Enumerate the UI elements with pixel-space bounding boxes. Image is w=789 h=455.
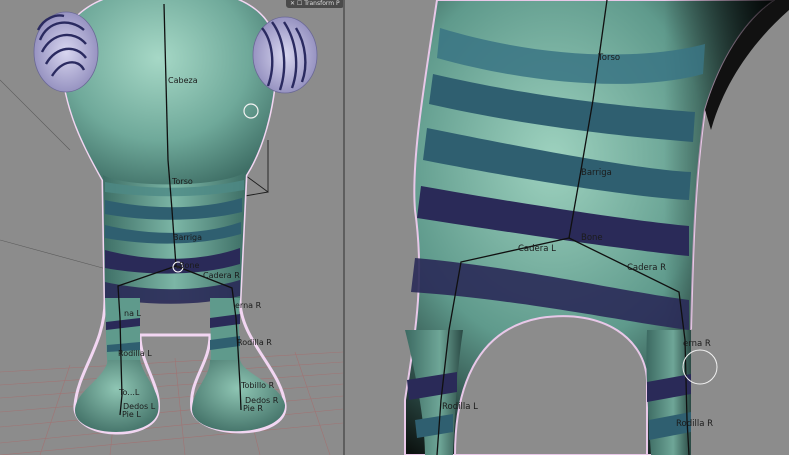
bone-label-cadera-l-zoomed: Cadera L [518, 244, 556, 254]
character-head[interactable] [61, 0, 277, 186]
bone-label-pie-l: Pie L [122, 410, 141, 419]
bone-label-cadera-r-zoomed: Cadera R [627, 263, 666, 273]
bone-label-torso: Torso [171, 177, 193, 186]
bone-label-cadera-r: Cadera R [203, 271, 240, 280]
foot-left[interactable] [74, 360, 159, 433]
bone-label-pie-r: Pie R [243, 404, 263, 413]
blender-app: Cabeza Torso Barriga Bone Cadera R erna … [0, 0, 789, 455]
bone-label-tobillo-r: Tobillo R [240, 381, 275, 390]
bone-label-rodilla-l: Rodilla L [118, 349, 152, 358]
bone-label-pierna-r-zoomed: erna R [683, 339, 711, 349]
bone-label-pierna-l: na L [124, 309, 142, 318]
bone-label-bone: Bone [179, 261, 199, 270]
transform-panel-tab[interactable]: ✕ ☐ Transform P [286, 0, 343, 8]
bone-label-tobillo-l: To...L [118, 388, 140, 397]
viewport-left-canvas[interactable]: Cabeza Torso Barriga Bone Cadera R erna … [0, 0, 343, 455]
bone-label-barriga-zoomed: Barriga [581, 168, 612, 178]
bone-label-bone-zoomed: Bone [581, 233, 603, 243]
bone-label-rodilla-l-zoomed: Rodilla L [442, 402, 478, 412]
viewport-right[interactable]: Torso Barriga Bone Cadera L Cadera R ern… [345, 0, 789, 455]
viewport-left[interactable]: Cabeza Torso Barriga Bone Cadera R erna … [0, 0, 343, 455]
bone-label-torso-zoomed: Torso [597, 53, 620, 63]
ear-left[interactable] [33, 11, 99, 93]
bone-label-rodilla-r-zoomed: Rodilla R [676, 419, 713, 429]
bone-label-rodilla-r: Rodilla R [237, 338, 272, 347]
viewport-right-canvas[interactable]: Torso Barriga Bone Cadera L Cadera R ern… [345, 0, 789, 455]
bone-label-barriga: Barriga [173, 233, 202, 242]
bone-label-cabeza: Cabeza [168, 76, 198, 85]
ear-right[interactable] [252, 16, 318, 94]
floor-grid [0, 351, 343, 455]
bone-label-pierna-r: erna R [235, 301, 262, 310]
